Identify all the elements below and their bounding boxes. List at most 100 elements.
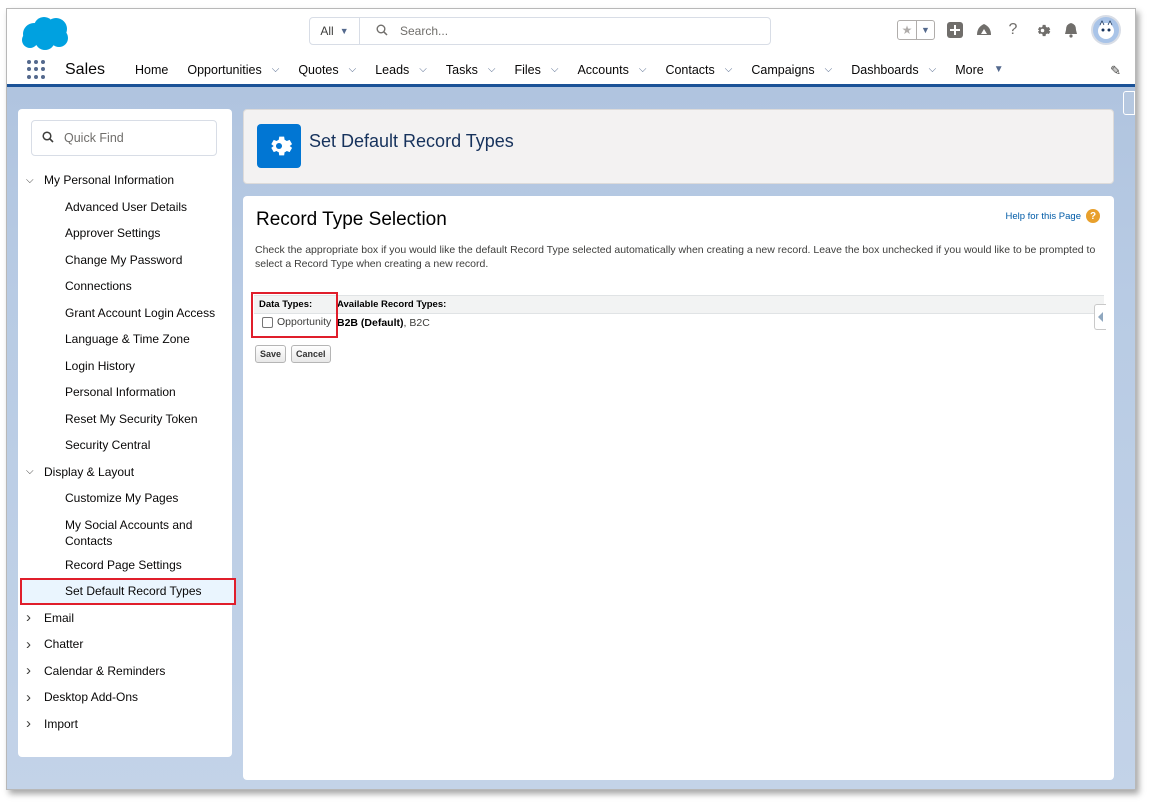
nav-item-more[interactable]: More ▼ (955, 63, 1003, 77)
nav-item-label: Contacts (665, 62, 715, 77)
tree-section[interactable]: › Import (18, 711, 232, 738)
chevron-down-icon[interactable]: ⌵ (929, 64, 937, 75)
chevron-right-icon[interactable]: › (26, 662, 44, 679)
tree-item[interactable]: Language & Time Zone (18, 326, 232, 353)
help-icon[interactable]: ? (1004, 21, 1022, 39)
tree-item[interactable]: Advanced User Details (18, 194, 232, 221)
tree-section[interactable]: › Chatter (18, 631, 232, 658)
nav-item-label: More (955, 62, 984, 77)
search-icon (42, 130, 54, 146)
add-icon[interactable] (946, 21, 964, 39)
trailhead-icon[interactable] (975, 21, 993, 39)
search-scope-label: All (320, 24, 334, 38)
nav-item-label: Campaigns (751, 62, 815, 77)
tree-section[interactable]: ⌵ Display & Layout (18, 459, 232, 486)
tree-item[interactable]: Approver Settings (18, 220, 232, 247)
chevron-down-icon[interactable]: ⌵ (551, 64, 559, 75)
instructions-text: Check the appropriate box if you would l… (255, 244, 1096, 270)
nav-item-files[interactable]: Files ⌵ (514, 63, 558, 77)
record-type-table: Data Types: Available Record Types: Oppo… (254, 295, 1104, 332)
user-avatar[interactable] (1091, 15, 1121, 45)
tree-item[interactable]: My Social Accounts and Contacts (18, 512, 232, 552)
settings-gear-icon (257, 124, 301, 168)
notifications-bell-icon[interactable] (1062, 21, 1080, 39)
chevron-down-icon[interactable]: ⌵ (825, 64, 833, 75)
chevron-down-icon[interactable]: ⌵ (349, 64, 357, 75)
header-actions: ★ ▼ ? (897, 15, 1121, 45)
tree-item[interactable]: Login History (18, 353, 232, 380)
tree-item[interactable]: Change My Password (18, 247, 232, 274)
tree-item[interactable]: Customize My Pages (18, 485, 232, 512)
chevron-down-icon[interactable]: ⌵ (419, 64, 427, 75)
cancel-button[interactable]: Cancel (291, 345, 331, 363)
nav-item-dashboards[interactable]: Dashboards ⌵ (851, 63, 936, 77)
tree-item[interactable]: Reset My Security Token (18, 406, 232, 433)
tree-item[interactable]: Record Page Settings (18, 552, 232, 579)
nav-item-leads[interactable]: Leads ⌵ (375, 63, 427, 77)
app-nav-bar: Sales Home Opportunities ⌵ Quotes ⌵ Leads ⌵ Tas… (7, 55, 1135, 87)
other-record-types: , B2C (403, 317, 430, 329)
tree-section[interactable]: › Desktop Add-Ons (18, 684, 232, 711)
quick-find-input[interactable]: Quick Find (31, 120, 217, 156)
chevron-down-icon[interactable]: ⌵ (488, 64, 496, 75)
salesforce-logo-icon[interactable] (19, 15, 71, 51)
edit-nav-pencil-icon[interactable]: ✎ (1110, 63, 1121, 79)
help-link-label[interactable]: Help for this Page (1005, 211, 1081, 222)
nav-item-tasks[interactable]: Tasks ⌵ (446, 63, 496, 77)
chevron-down-icon[interactable]: ⌵ (639, 64, 647, 75)
tree-item[interactable]: Set Default Record Types (20, 578, 236, 605)
default-record-type: B2B (Default) (337, 317, 404, 329)
tree-section[interactable]: ⌵ My Personal Information (18, 167, 232, 194)
tree-section-label: Email (44, 610, 75, 625)
tree-section[interactable]: › Email (18, 605, 232, 632)
nav-item-quotes[interactable]: Quotes ⌵ (298, 63, 356, 77)
nav-item-campaigns[interactable]: Campaigns ⌵ (751, 63, 832, 77)
available-record-types: B2B (Default), B2C (337, 317, 430, 329)
tree-section-label: Desktop Add-Ons (44, 690, 139, 705)
chevron-down-icon[interactable]: ⌵ (26, 175, 44, 186)
setup-gear-icon[interactable] (1033, 21, 1051, 39)
app-name: Sales (65, 60, 106, 78)
chevron-right-icon[interactable]: › (26, 609, 44, 626)
nav-item-contacts[interactable]: Contacts ⌵ (665, 63, 732, 77)
global-search: All ▼ Search... (309, 17, 771, 45)
search-scope-dropdown[interactable]: All ▼ (310, 18, 360, 44)
chevron-down-icon[interactable]: ⌵ (725, 64, 733, 75)
save-button[interactable]: Save (255, 345, 287, 363)
nav-item-opportunities[interactable]: Opportunities ⌵ (187, 63, 279, 77)
nav-item-label: Home (135, 62, 169, 77)
setup-sidebar: Quick Find ⌵ My Personal Information Advan… (18, 109, 236, 757)
chevron-down-icon[interactable]: ▼ (916, 21, 934, 39)
record-types-header: Available Record Types: (337, 299, 447, 310)
chevron-down-icon[interactable]: ⌵ (26, 466, 44, 477)
tree-item[interactable]: Security Central (18, 432, 232, 459)
tree-section[interactable]: › Calendar & Reminders (18, 658, 232, 685)
collapse-panel-tab[interactable] (1094, 304, 1106, 330)
table-row: Opportunity B2B (Default), B2C (254, 313, 1104, 332)
chevron-right-icon[interactable]: › (26, 689, 44, 706)
chevron-right-icon[interactable]: › (26, 715, 44, 732)
chevron-down-icon[interactable]: ⌵ (272, 64, 280, 75)
tree-item[interactable]: Personal Information (18, 379, 232, 406)
search-input[interactable]: Search... (400, 24, 448, 38)
favorites-button[interactable]: ★ ▼ (897, 20, 935, 40)
side-panel-toggle[interactable] (1123, 91, 1135, 115)
tree-item[interactable]: Grant Account Login Access (18, 300, 232, 327)
highlight-box (251, 292, 338, 338)
chevron-down-icon: ▼ (339, 26, 349, 36)
chevron-right-icon[interactable]: › (26, 636, 44, 653)
nav-item-label: Tasks (445, 62, 478, 77)
nav-item-label: Files (514, 62, 541, 77)
nav-item-label: Leads (375, 62, 410, 77)
nav-item-home[interactable]: Home (135, 63, 168, 77)
nav-items: Home Opportunities ⌵ Quotes ⌵ Leads ⌵ Tasks ⌵ Fil… (135, 63, 1023, 77)
record-type-panel: Record Type Selection Help for this Page… (243, 196, 1114, 780)
star-icon: ★ (901, 23, 913, 37)
help-link[interactable]: Help for this Page ? (1005, 209, 1100, 223)
chevron-down-icon[interactable]: ▼ (994, 64, 1004, 75)
global-header: All ▼ Search... ★ ▼ ? (7, 9, 1135, 55)
help-question-icon[interactable]: ? (1086, 209, 1100, 223)
tree-item[interactable]: Connections (18, 273, 232, 300)
nav-item-accounts[interactable]: Accounts ⌵ (577, 63, 646, 77)
app-launcher-icon[interactable] (27, 59, 47, 80)
